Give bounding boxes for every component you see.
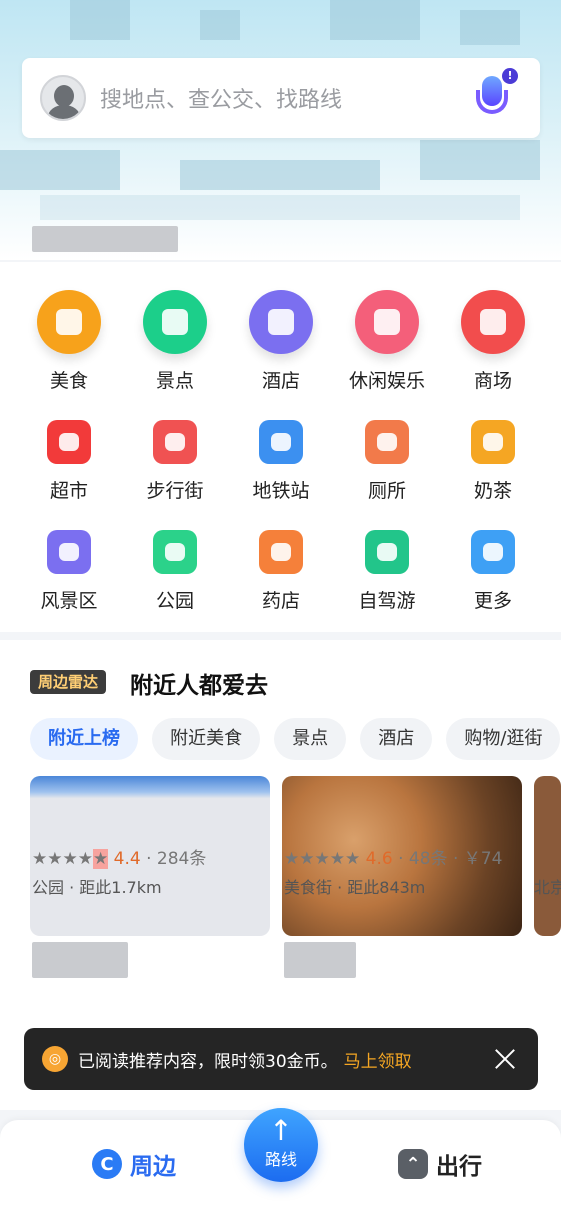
star-rating-icon: ★★★★★	[284, 849, 361, 869]
nearby-icon: C	[92, 1149, 122, 1179]
route-label: 路线	[264, 1150, 297, 1169]
reward-toast: ◎ 已阅读推荐内容，限时领30金币。 马上领取	[24, 1028, 538, 1090]
poi-meta: 公园 · 距此1.7km	[32, 878, 162, 897]
claim-button[interactable]: 马上领取	[344, 1047, 412, 1072]
section-title: 附近人都爱去	[130, 673, 268, 699]
milk-tea-icon	[471, 420, 515, 464]
category-label: 奶茶	[473, 480, 512, 502]
category-label: 超市	[49, 480, 88, 502]
header-banner: 搜地点、查公交、找路线 !	[0, 0, 561, 260]
category-entertainment[interactable]: 休闲娱乐	[334, 290, 440, 393]
blurred-location-text	[32, 226, 178, 252]
chip-hotel[interactable]: 酒店	[360, 718, 433, 760]
park-icon	[153, 530, 197, 574]
poi-photo	[534, 776, 561, 936]
toilet-icon	[365, 420, 409, 464]
nav-label: 出行	[436, 1154, 482, 1180]
more-grid-icon	[471, 530, 515, 574]
route-arrow-icon: ↑	[269, 1114, 293, 1147]
category-scenic-area[interactable]: 风景区	[16, 530, 122, 613]
voice-mic-icon[interactable]: !	[472, 68, 518, 122]
chip-shopping[interactable]: 购物/逛街	[446, 718, 561, 760]
filter-chips: 附近上榜 附近美食 景点 酒店 购物/逛街	[30, 718, 561, 762]
category-label: 公园	[155, 590, 194, 612]
category-hotel[interactable]: 酒店	[228, 290, 334, 393]
category-scenic[interactable]: 景点	[122, 290, 228, 393]
star-rating-icon: ★★★★★	[32, 849, 109, 869]
category-pedestrian-street[interactable]: 步行街	[122, 420, 228, 503]
route-button[interactable]: ↑ 路线	[244, 1108, 318, 1182]
poi-card[interactable]	[534, 776, 561, 936]
poi-rating: ★★★★★ 4.6 · 48条 · ￥74	[284, 849, 503, 869]
cart-icon	[47, 420, 91, 464]
nav-travel[interactable]: ⌃ 出行	[398, 1144, 482, 1184]
category-grid: 美食 景点 酒店 休闲娱乐 商场 超市 步行街 地铁站 厕所 奶茶 风景区 公园…	[0, 262, 561, 632]
nav-label: 周边	[130, 1154, 176, 1180]
category-mall[interactable]: 商场	[440, 290, 546, 393]
chip-scenic[interactable]: 景点	[274, 718, 347, 760]
category-label: 药店	[261, 590, 300, 612]
food-icon	[37, 290, 101, 354]
category-park[interactable]: 公园	[122, 530, 228, 613]
blurred-poi-name	[32, 942, 128, 978]
radar-badge: 周边雷达	[30, 670, 107, 694]
category-toilet[interactable]: 厕所	[334, 420, 440, 503]
category-supermarket[interactable]: 超市	[16, 420, 122, 503]
blurred-poi-name	[284, 942, 356, 978]
category-label: 厕所	[367, 480, 406, 502]
category-subway[interactable]: 地铁站	[228, 420, 334, 503]
category-label: 自驾游	[358, 590, 416, 612]
nav-nearby[interactable]: C 周边	[92, 1144, 176, 1184]
avatar[interactable]	[40, 75, 86, 121]
poi-meta: 美食街 · 距此843m	[284, 878, 426, 897]
shopping-bag-icon	[153, 420, 197, 464]
mall-icon	[461, 290, 525, 354]
category-label: 景点	[155, 370, 194, 392]
category-more[interactable]: 更多	[440, 530, 546, 613]
chip-food[interactable]: 附近美食	[152, 718, 261, 760]
search-bar[interactable]: 搜地点、查公交、找路线 !	[22, 58, 540, 138]
category-label: 更多	[473, 590, 512, 612]
category-label: 酒店	[261, 370, 300, 392]
category-label: 美食	[49, 370, 88, 392]
scenic-area-icon	[47, 530, 91, 574]
game-icon	[355, 290, 419, 354]
chip-top-list[interactable]: 附近上榜	[30, 718, 138, 760]
notification-dot-icon: !	[502, 68, 518, 84]
close-icon[interactable]	[492, 1046, 518, 1072]
travel-icon: ⌃	[398, 1149, 428, 1179]
toast-text: 已阅读推荐内容，限时领30金币。	[78, 1051, 338, 1072]
category-label: 风景区	[40, 590, 98, 612]
scenic-icon	[143, 290, 207, 354]
category-label: 步行街	[146, 480, 204, 502]
category-food[interactable]: 美食	[16, 290, 122, 393]
search-input[interactable]: 搜地点、查公交、找路线	[100, 82, 342, 114]
map-home-screen: 搜地点、查公交、找路线 ! 美食 景点 酒店 休闲娱乐 商场 超市 步行街 地铁…	[0, 0, 561, 1216]
category-label: 休闲娱乐	[348, 370, 425, 392]
category-label: 商场	[473, 370, 512, 392]
pharmacy-icon	[259, 530, 303, 574]
hotel-icon	[249, 290, 313, 354]
category-label: 地铁站	[252, 480, 310, 502]
category-pharmacy[interactable]: 药店	[228, 530, 334, 613]
poi-meta: 北京	[534, 878, 561, 897]
subway-icon	[259, 420, 303, 464]
coin-icon: ◎	[42, 1046, 68, 1072]
category-self-drive[interactable]: 自驾游	[334, 530, 440, 613]
poi-rating: ★★★★★ 4.4 · 284条	[32, 849, 207, 869]
category-milk-tea[interactable]: 奶茶	[440, 420, 546, 503]
car-icon	[365, 530, 409, 574]
